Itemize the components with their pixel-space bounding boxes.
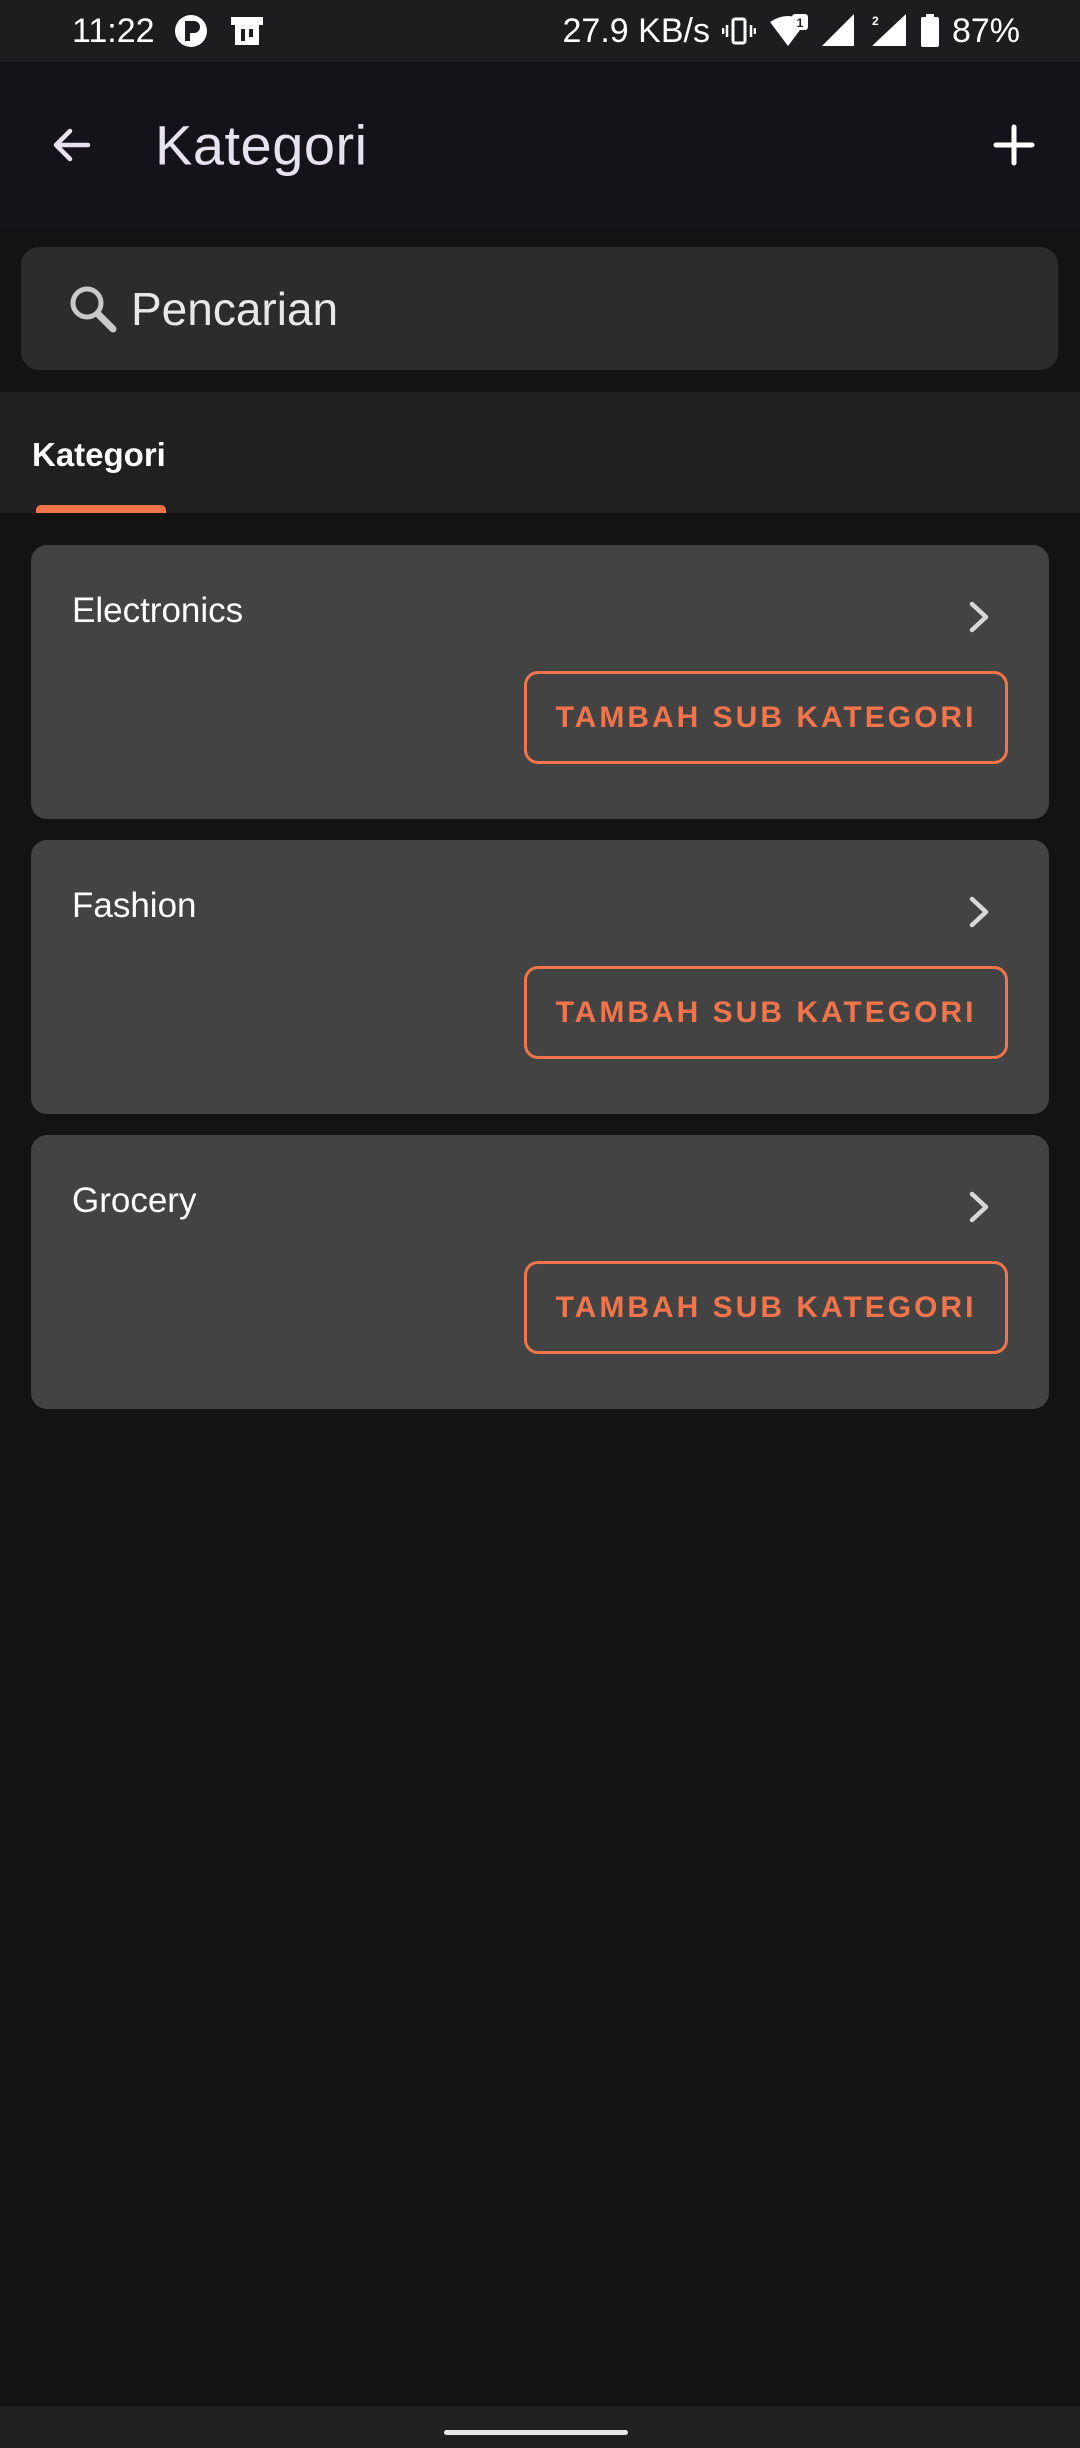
tab-indicator [36,505,166,513]
category-card-grocery[interactable]: Grocery TAMBAH SUB KATEGORI [31,1135,1049,1409]
app-notification-icon [173,13,209,49]
home-indicator[interactable] [444,2430,628,2435]
tab-bar: Kategori [0,392,1080,513]
search-icon [67,281,123,337]
back-button[interactable] [32,105,112,185]
category-card-electronics[interactable]: Electronics TAMBAH SUB KATEGORI [31,545,1049,819]
add-sub-category-button[interactable]: TAMBAH SUB KATEGORI [524,1261,1008,1354]
sim1-badge: 1 [797,16,804,30]
chevron-right-icon[interactable] [959,892,999,932]
status-bar: 11:22 27.9 KB/s 1 2 87% [0,0,1080,62]
category-list: Electronics TAMBAH SUB KATEGORI Fashion … [0,545,1080,1430]
chevron-right-icon[interactable] [959,597,999,637]
battery-percentage: 87% [951,11,1020,50]
navigation-bar [0,2406,1080,2448]
category-card-fashion[interactable]: Fashion TAMBAH SUB KATEGORI [31,840,1049,1114]
plus-icon [993,124,1035,165]
tab-kategori[interactable]: Kategori [0,392,200,513]
search-area: Pencarian [0,227,1080,392]
page-title: Kategori [155,113,368,176]
network-speed: 27.9 KB/s [562,11,710,50]
app-bar: Kategori [0,62,1080,227]
category-name: Grocery [72,1181,197,1220]
add-sub-category-button[interactable]: TAMBAH SUB KATEGORI [524,966,1008,1059]
search-input[interactable]: Pencarian [131,282,338,336]
device-notification-icon [227,13,267,49]
category-name: Fashion [72,886,197,925]
tab-label: Kategori [32,436,166,473]
category-name: Electronics [72,591,244,630]
wifi-icon: 1 [768,14,808,48]
arrow-left-icon [53,128,91,161]
search-box[interactable]: Pencarian [21,247,1058,370]
chevron-right-icon[interactable] [959,1187,999,1227]
add-category-button[interactable] [974,105,1054,185]
screen: 11:22 27.9 KB/s 1 2 87% Kategori Pencari… [0,0,1080,2448]
sim2-badge: 2 [872,14,879,28]
add-sub-category-button[interactable]: TAMBAH SUB KATEGORI [524,671,1008,764]
battery-icon [920,14,940,48]
signal-sim1-icon [820,14,856,48]
vibrate-icon [721,15,756,47]
signal-sim2-icon: 2 [868,14,908,48]
status-time: 11:22 [72,11,155,50]
